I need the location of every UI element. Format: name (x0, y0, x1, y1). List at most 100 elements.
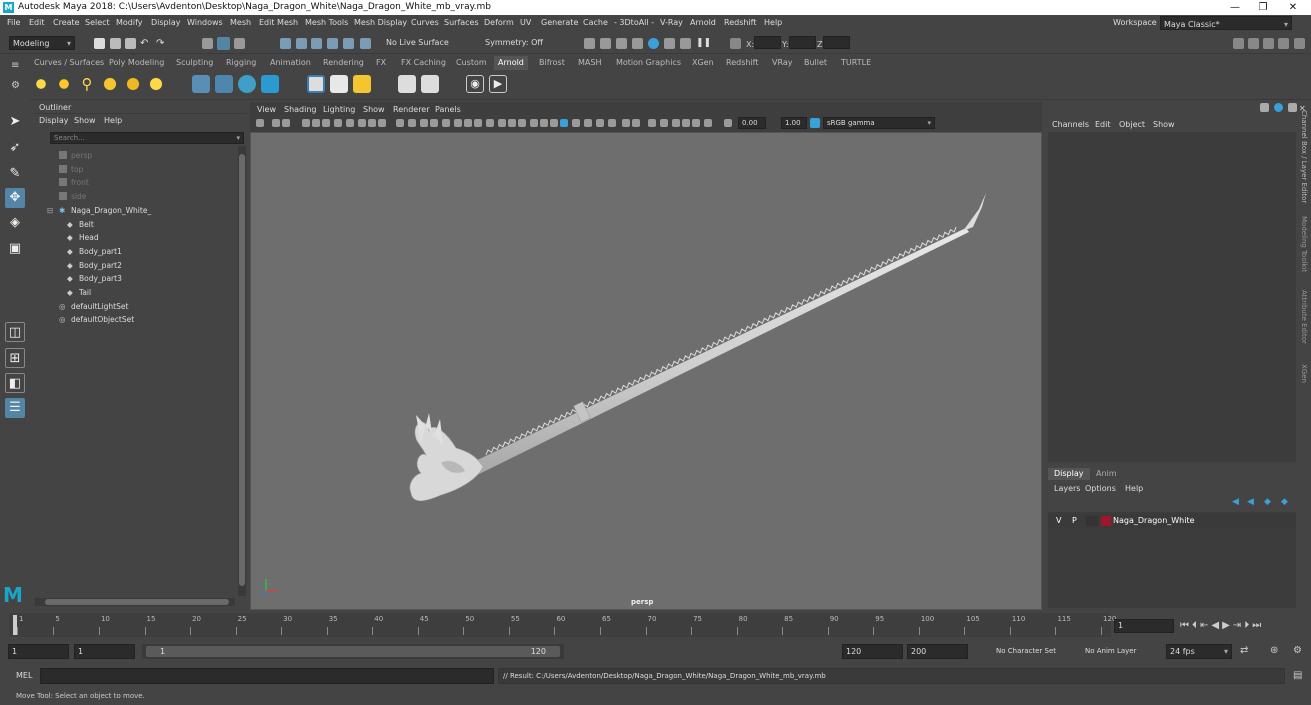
menu-file[interactable]: File (7, 15, 20, 31)
layer-color-swatch[interactable] (1101, 516, 1111, 526)
snap-magnet-icon[interactable] (360, 38, 371, 49)
channels-menu-object[interactable]: Object (1119, 120, 1145, 129)
undo-icon[interactable]: ↶ (140, 38, 151, 49)
channels-menu-channels[interactable]: Channels (1052, 120, 1089, 129)
channel-box-icon-c[interactable] (1288, 103, 1297, 112)
character-controls-icon[interactable] (1248, 38, 1259, 49)
ai-photometric-light-icon[interactable] (147, 75, 165, 93)
select-tool-icon[interactable]: ➤ (5, 112, 25, 132)
tab-anim[interactable]: Anim (1096, 468, 1117, 480)
viewport-toolbar-icon[interactable] (322, 119, 330, 127)
minimize-button[interactable]: — (1220, 0, 1250, 15)
ai-tx-manager-icon[interactable] (307, 75, 325, 93)
viewport-toolbar-icon[interactable] (608, 119, 616, 127)
menu-edit[interactable]: Edit (29, 15, 45, 31)
new-scene-icon[interactable] (94, 38, 105, 49)
menu-uv[interactable]: UV (520, 15, 531, 31)
viewport-toolbar-icon[interactable] (560, 119, 568, 127)
layer-name[interactable]: Naga_Dragon_White (1113, 515, 1195, 527)
play-forward-icon[interactable]: ▶ (1222, 620, 1233, 631)
tab-sculpting[interactable]: Sculpting (176, 56, 213, 70)
viewport-menu-panels[interactable]: Panels (435, 105, 461, 114)
viewport-canvas[interactable]: persp (250, 132, 1042, 610)
ai-point-light-icon[interactable] (55, 75, 73, 93)
channel-box-icon[interactable] (1294, 38, 1305, 49)
tool-settings-icon[interactable] (1278, 38, 1289, 49)
viewport-toolbar-icon[interactable] (486, 119, 494, 127)
ai-mesh-light-icon[interactable] (124, 75, 142, 93)
tab-xgen[interactable]: XGen (692, 56, 714, 70)
viewport-menu-lighting[interactable]: Lighting (323, 105, 355, 114)
ai-flush-cache-icon[interactable] (261, 75, 279, 93)
render-view-icon[interactable] (584, 38, 595, 49)
channel-box-icon-b[interactable] (1274, 103, 1283, 112)
step-forward-frame-icon[interactable]: ⏵ (1244, 620, 1252, 631)
menu-edit-mesh[interactable]: Edit Mesh (259, 15, 298, 31)
tab-fx[interactable]: FX (376, 56, 386, 70)
outliner-hscroll[interactable] (35, 598, 235, 606)
tab-poly-modeling[interactable]: Poly Modeling (109, 56, 164, 70)
x-field[interactable] (754, 36, 781, 49)
menu-deform[interactable]: Deform (484, 15, 514, 31)
transform-mode-icon[interactable] (730, 38, 741, 49)
eye-render-view-icon[interactable]: ◉ (466, 75, 484, 93)
menu-curves[interactable]: Curves (411, 15, 439, 31)
ai-export-ass-icon[interactable] (330, 75, 348, 93)
render-frame-icon[interactable] (600, 38, 611, 49)
menu-generate[interactable]: Generate (541, 15, 578, 31)
viewport-menu-show[interactable]: Show (363, 105, 385, 114)
menu-windows[interactable]: Windows (187, 15, 223, 31)
viewport-toolbar-icon[interactable] (632, 119, 640, 127)
ai-debug-icon[interactable] (421, 75, 439, 93)
layers-menu-options[interactable]: Options (1085, 484, 1116, 493)
move-tool-icon[interactable]: ✥ (5, 188, 25, 208)
layers-menu-help[interactable]: Help (1125, 484, 1143, 493)
viewport-toolbar-icon[interactable] (518, 119, 526, 127)
select-hierarchy-icon[interactable] (202, 38, 213, 49)
light-editor-icon[interactable] (680, 38, 691, 49)
viewport-toolbar-icon[interactable] (368, 119, 376, 127)
viewport-toolbar-icon[interactable] (530, 119, 538, 127)
animation-start-field[interactable]: 1 (8, 644, 69, 659)
menu-cache[interactable]: Cache (583, 15, 608, 31)
outliner-search[interactable]: Search... ▾ (50, 132, 244, 144)
viewport-toolbar-icon[interactable] (312, 119, 320, 127)
playback-start-field[interactable]: 1 (74, 644, 135, 659)
menu-mesh-display[interactable]: Mesh Display (354, 15, 407, 31)
expand-toggle-icon[interactable]: ⊟ (47, 204, 53, 217)
viewport-toolbar-icon[interactable] (704, 119, 712, 127)
character-set-dropdown[interactable]: No Character Set (996, 644, 1062, 659)
viewport-toolbar-icon[interactable] (430, 119, 438, 127)
select-component-icon[interactable] (234, 38, 245, 49)
channel-box-icon-a[interactable] (1260, 103, 1269, 112)
viewport-toolbar-icon[interactable] (302, 119, 310, 127)
symmetry-label[interactable]: Symmetry: Off (485, 36, 553, 50)
render-setup-icon[interactable] (664, 38, 675, 49)
snap-view-plane-icon[interactable] (327, 38, 338, 49)
animation-end-field[interactable]: 200 (907, 644, 968, 659)
outliner-menu-show[interactable]: Show (74, 116, 96, 125)
menu-display[interactable]: Display (151, 15, 181, 31)
menu-create[interactable]: Create (53, 15, 80, 31)
viewport-toolbar-icon[interactable] (584, 119, 592, 127)
color-space-dropdown[interactable]: sRGB gamma ▾ (823, 117, 935, 129)
viewport-toolbar-icon[interactable] (550, 119, 558, 127)
snap-point-icon[interactable] (311, 38, 322, 49)
lasso-tool-icon[interactable]: ➶ (5, 138, 25, 158)
y-field[interactable] (789, 36, 816, 49)
layer-type-toggle[interactable] (1086, 516, 1098, 526)
maximize-button[interactable]: ❐ (1248, 0, 1278, 15)
tab-turtle[interactable]: TURTLE (841, 56, 871, 70)
command-input[interactable] (40, 668, 494, 684)
exposure-field[interactable]: 0.00 (738, 117, 766, 129)
viewport-menu-view[interactable]: View (257, 105, 276, 114)
workspace-dropdown[interactable]: Maya Classic* ▾ (1160, 16, 1292, 30)
viewport-toolbar-icon[interactable] (378, 119, 386, 127)
viewport-toolbar-icon[interactable] (474, 119, 482, 127)
ai-volume-icon[interactable] (215, 75, 233, 93)
outliner-menu-display[interactable]: Display (39, 116, 69, 125)
layers-menu-layers[interactable]: Layers (1054, 484, 1080, 493)
four-view-layout-icon[interactable]: ⊞ (5, 348, 25, 368)
viewport-toolbar-icon[interactable] (622, 119, 630, 127)
viewport-toolbar-icon[interactable] (334, 119, 342, 127)
